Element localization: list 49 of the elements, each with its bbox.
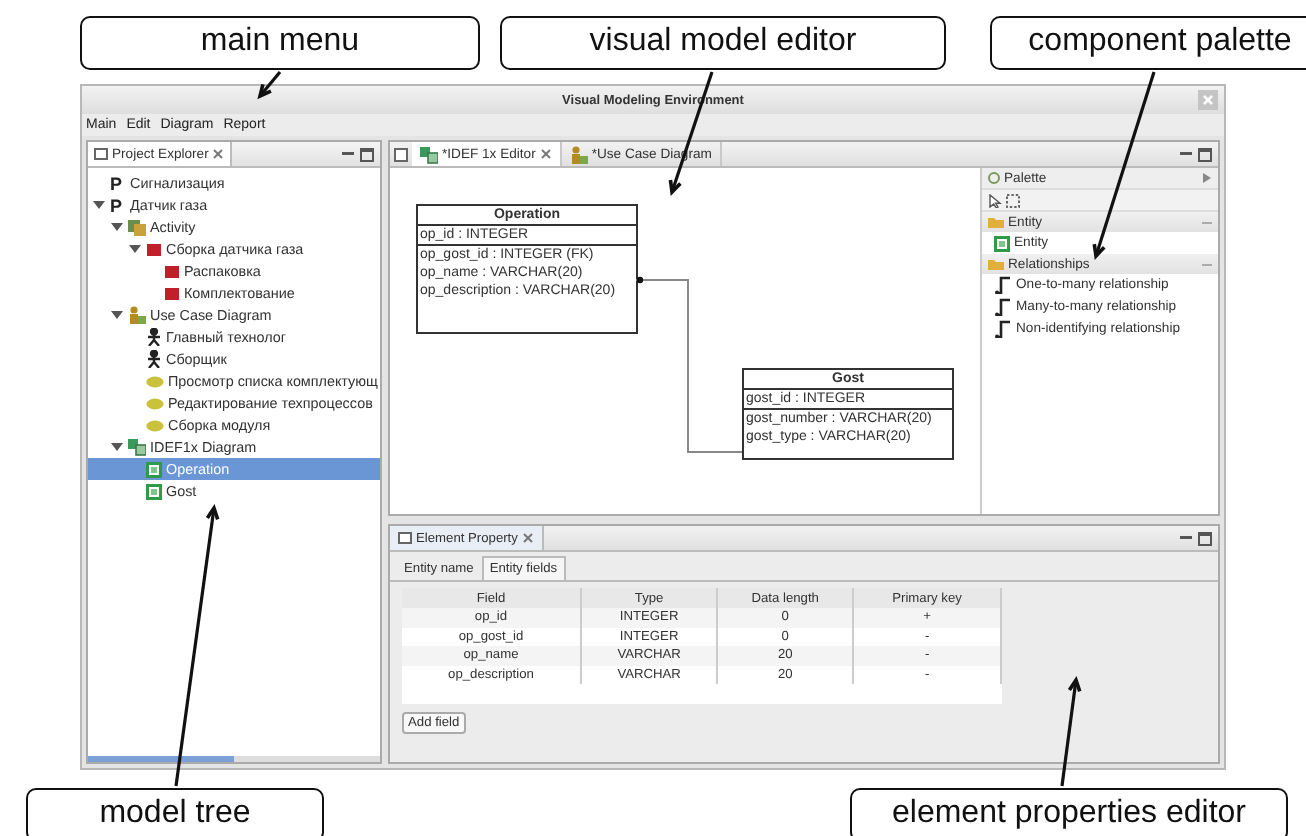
folder-icon [988,216,1004,228]
callout-label: main menu [80,16,480,70]
maximize-icon[interactable] [1198,147,1212,161]
pointer-icon[interactable] [988,193,1002,207]
minimize-icon[interactable] [1180,148,1192,160]
maximize-icon[interactable] [360,147,374,161]
maximize-icon[interactable] [1198,531,1212,545]
connector-icon [994,320,1012,338]
collapse-icon [1202,219,1212,225]
caret-icon[interactable] [92,198,106,212]
diagram-icon [128,218,146,236]
close-icon [521,532,534,544]
diagram-icon [420,145,438,163]
connector-icon [994,276,1012,294]
actor-icon [146,328,162,346]
collapse-icon [1202,261,1212,267]
square-icon [146,241,162,257]
diagram-icon [128,306,146,324]
arrow [1060,675,1082,787]
callout-label: model tree [26,788,324,836]
connector-icon [994,298,1012,316]
view-icon [398,532,412,544]
view-icon [94,148,108,160]
caret-icon[interactable] [128,242,142,256]
callout-label: visual model editor [500,16,946,70]
folder-icon [988,258,1004,270]
diagram-icon [569,145,588,163]
arrow [257,70,282,100]
square-icon [164,263,180,279]
minimize-icon[interactable] [1180,532,1192,544]
view-icon [394,147,408,161]
square-icon [164,285,180,301]
palette-icon [988,172,1000,184]
caret-icon[interactable] [110,220,124,234]
callout-label: component palette [990,16,1306,70]
diagram-icon [128,438,146,456]
project-icon: P [110,173,126,193]
marquee-icon[interactable] [1006,193,1020,207]
entity-icon [994,235,1010,251]
caret-icon[interactable] [1202,172,1212,184]
caret-icon[interactable] [110,308,124,322]
close-icon [1202,94,1214,106]
minimize-icon[interactable] [342,148,354,160]
close-icon [539,148,552,160]
project-icon: P [110,195,126,215]
callout-label: element properties editor [850,788,1288,836]
close-icon [212,148,225,160]
caret-icon[interactable] [110,440,124,454]
actor-icon [146,350,162,368]
